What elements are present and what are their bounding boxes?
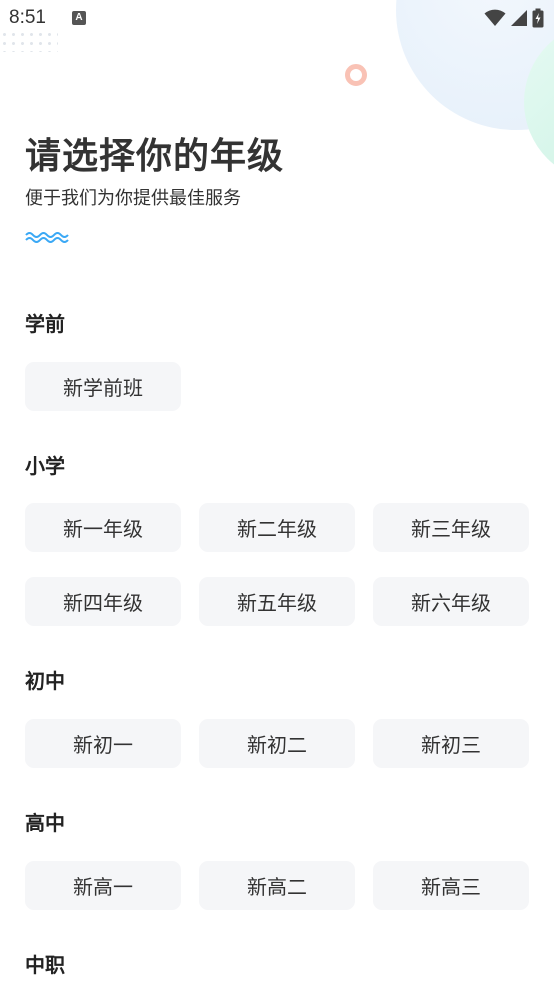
page-subtitle: 便于我们为你提供最佳服务 [25, 188, 241, 209]
grade-button-grade-4[interactable]: 新四年级 [25, 577, 181, 626]
grade-button-preschool[interactable]: 新学前班 [25, 362, 181, 411]
decorative-ring [345, 64, 367, 86]
section-title-junior-high: 初中 [25, 669, 65, 693]
grade-button-grade-6[interactable]: 新六年级 [373, 577, 529, 626]
status-indicators [484, 8, 544, 28]
grade-button-grade-1[interactable]: 新一年级 [25, 503, 181, 552]
grade-button-senior-1[interactable]: 新高一 [25, 861, 181, 910]
grade-button-grade-3[interactable]: 新三年级 [373, 503, 529, 552]
grade-button-junior-3[interactable]: 新初三 [373, 719, 529, 768]
grade-button-junior-2[interactable]: 新初二 [199, 719, 355, 768]
grade-button-grade-2[interactable]: 新二年级 [199, 503, 355, 552]
status-time: 8:51 [9, 7, 46, 28]
wifi-icon [484, 9, 506, 26]
grade-button-senior-3[interactable]: 新高三 [373, 861, 529, 910]
section-title-vocational: 中职 [25, 953, 65, 977]
section-title-primary: 小学 [25, 454, 65, 478]
grade-button-junior-1[interactable]: 新初一 [25, 719, 181, 768]
battery-icon [532, 8, 544, 28]
section-title-senior-high: 高中 [25, 811, 65, 835]
status-bar: 8:51 A [0, 0, 554, 38]
cell-signal-icon [511, 10, 527, 26]
grade-button-grade-5[interactable]: 新五年级 [199, 577, 355, 626]
wave-decoration-icon [25, 232, 69, 243]
grade-button-senior-2[interactable]: 新高二 [199, 861, 355, 910]
page-title: 请选择你的年级 [25, 136, 285, 177]
notification-app-icon: A [72, 11, 86, 25]
grade-selection-screen: 8:51 A 请选择你的年级 便于我们为你提供最佳服务 学前 新学前班 小学 新… [0, 0, 554, 985]
section-title-preschool: 学前 [25, 312, 65, 336]
